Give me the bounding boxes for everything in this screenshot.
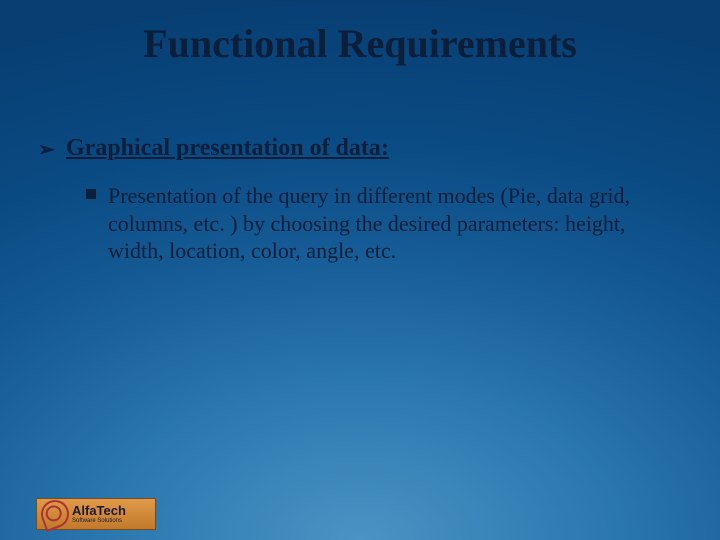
bullet-level-1: ➢ Graphical presentation of data: [38,135,680,162]
bullet-1-text: Graphical presentation of data: [66,135,389,161]
arrow-icon: ➢ [38,137,55,162]
content-area: ➢ Graphical presentation of data: Presen… [38,135,680,265]
logo-swirl-icon [37,496,73,532]
square-icon [86,189,96,199]
logo-tagline: Software Solutions [72,518,126,524]
bullet-level-2: Presentation of the query in different m… [78,182,680,265]
logo-badge: AlfaTech Software Solutions [36,498,156,530]
slide-title: Functional Requirements [0,20,720,67]
slide: Functional Requirements ➢ Graphical pres… [0,0,720,540]
logo-text-wrap: AlfaTech Software Solutions [72,504,126,524]
logo-name: AlfaTech [72,504,126,517]
bullet-2-text: Presentation of the query in different m… [108,183,630,263]
